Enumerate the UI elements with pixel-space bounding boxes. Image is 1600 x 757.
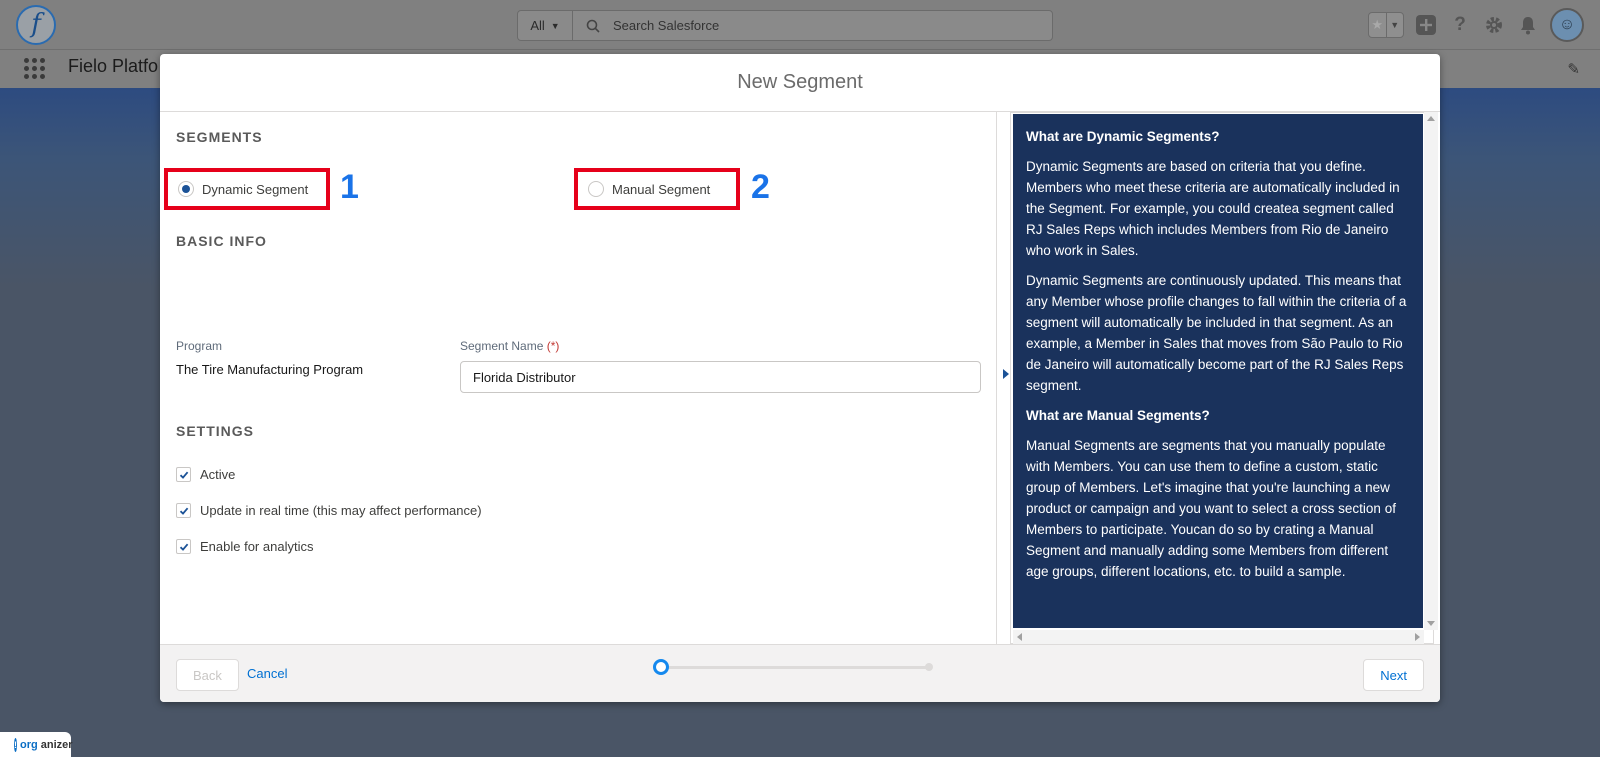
segment-form: SEGMENTS Dynamic Segment 1 Manual Segmen… [160, 112, 996, 644]
app-launcher-icon[interactable] [24, 58, 45, 79]
segment-name-input[interactable] [460, 361, 981, 393]
manual-segments-heading: What are Manual Segments? [1026, 408, 1210, 423]
realtime-checkbox-row[interactable]: Update in real time (this may affect per… [176, 503, 482, 518]
program-label: Program [176, 339, 222, 353]
active-checkbox[interactable] [176, 467, 191, 482]
analytics-checkbox[interactable] [176, 539, 191, 554]
required-marker: (*) [546, 339, 560, 353]
basic-info-section-title: BASIC INFO [176, 233, 267, 249]
search-scope-label: All [530, 18, 545, 33]
favorites-button[interactable]: ★ ▼ [1368, 12, 1404, 38]
annotation-number-2: 2 [751, 168, 770, 206]
global-search: All ▼ [517, 10, 1053, 41]
search-input[interactable] [613, 11, 1052, 40]
realtime-label: Update in real time (this may affect per… [200, 503, 482, 518]
wizard-progress-bar [653, 659, 933, 675]
cancel-link[interactable]: Cancel [247, 666, 287, 681]
scroll-down-arrow-icon[interactable] [1427, 621, 1435, 626]
scroll-right-arrow-icon[interactable] [1415, 633, 1420, 641]
organizer-badge[interactable]: ! org anizer [0, 732, 73, 757]
analytics-checkbox-row[interactable]: Enable for analytics [176, 539, 313, 554]
bell-icon[interactable] [1516, 13, 1540, 37]
active-checkbox-row[interactable]: Active [176, 467, 235, 482]
header-actions: ★ ▼ ? ☺ [1368, 8, 1584, 42]
search-scope-dropdown[interactable]: All ▼ [518, 11, 573, 40]
manual-segment-option[interactable]: Manual Segment [574, 168, 740, 210]
manual-segments-paragraph: Manual Segments are segments that you ma… [1026, 438, 1396, 579]
star-icon[interactable]: ★ [1369, 13, 1386, 37]
dynamic-segments-paragraph-1: Dynamic Segments are based on criteria t… [1026, 159, 1400, 258]
back-button[interactable]: Back [176, 659, 239, 691]
scroll-left-arrow-icon[interactable] [1017, 633, 1022, 641]
help-panel: What are Dynamic Segments? Dynamic Segme… [1013, 114, 1423, 628]
help-horizontal-scrollbar[interactable] [1013, 630, 1424, 644]
app-name: Fielo Platfo [68, 56, 159, 76]
help-vertical-scrollbar[interactable] [1424, 112, 1438, 630]
realtime-checkbox[interactable] [176, 503, 191, 518]
program-label-text: Program [176, 339, 223, 353]
modal-header: New Segment [160, 54, 1440, 112]
progress-step-final [925, 663, 933, 671]
help-icon[interactable]: ? [1448, 13, 1472, 37]
user-avatar[interactable]: ☺ [1550, 8, 1584, 42]
dynamic-segments-paragraph-2: Dynamic Segments are continuously update… [1026, 273, 1407, 393]
annotation-number-1: 1 [340, 168, 359, 206]
dynamic-segment-option[interactable]: Dynamic Segment [164, 168, 330, 210]
modal-title: New Segment [737, 71, 863, 93]
progress-step-current [653, 659, 669, 675]
gear-icon[interactable] [1482, 13, 1506, 37]
segment-name-label: Segment Name (*) [460, 339, 559, 353]
caret-right-icon[interactable] [1002, 367, 1010, 379]
pane-divider [996, 112, 997, 644]
global-header: f All ▼ ★ ▼ ? ☺ [0, 0, 1600, 50]
active-label: Active [200, 467, 236, 482]
segments-section-title: SEGMENTS [176, 129, 263, 145]
segment-name-label-text: Segment Name [460, 339, 544, 353]
search-icon [573, 11, 613, 40]
program-value: The Tire Manufacturing Program [176, 362, 364, 377]
dynamic-segments-heading: What are Dynamic Segments? [1026, 129, 1220, 144]
organizer-text-prefix: org [20, 738, 38, 751]
progress-track [661, 666, 931, 669]
modal-footer: Back Cancel Next [160, 644, 1440, 702]
edit-nav-pencil-icon[interactable]: ✎ [1567, 60, 1580, 78]
favorites-chevron-down-icon[interactable]: ▼ [1385, 13, 1404, 37]
add-icon[interactable] [1414, 13, 1438, 37]
scroll-up-arrow-icon[interactable] [1427, 116, 1435, 121]
fielo-logo-icon[interactable]: f [16, 5, 56, 45]
manual-segment-radio[interactable] [588, 181, 604, 197]
next-button[interactable]: Next [1363, 659, 1424, 691]
chevron-down-icon: ▼ [550, 20, 560, 31]
organizer-logo-icon: ! [14, 737, 17, 752]
organizer-text-suffix: anizer [40, 738, 73, 751]
settings-section-title: SETTINGS [176, 423, 255, 439]
dynamic-segment-radio[interactable] [178, 181, 194, 197]
dynamic-segment-label: Dynamic Segment [202, 181, 309, 197]
new-segment-modal: New Segment SEGMENTS Dynamic Segment 1 M… [160, 54, 1440, 702]
analytics-label: Enable for analytics [200, 539, 314, 554]
manual-segment-label: Manual Segment [612, 181, 711, 197]
